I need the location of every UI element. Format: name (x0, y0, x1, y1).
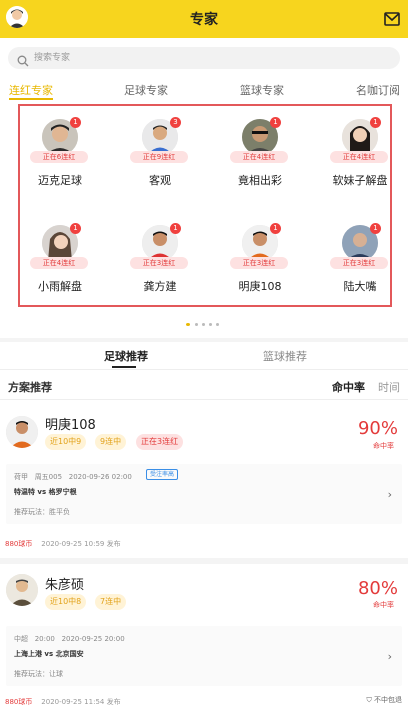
expert-badge: 1 (170, 223, 181, 234)
expert-name: 软妹子解盘 (332, 174, 388, 187)
expert-card[interactable]: 1 正在4连红 小雨解盘 (20, 212, 100, 302)
pager-dot[interactable] (216, 323, 219, 326)
expert-card[interactable]: 3 正在9连红 客观 (120, 106, 200, 196)
category-tabs: 连红专家 足球专家 篮球专家 名咖订阅 (0, 82, 408, 100)
search-icon (17, 52, 29, 67)
card-footer: 880球币 2020-09-25 11:54 发布 (5, 698, 121, 706)
streak-label: 正在3连红 (130, 257, 188, 269)
streak-label: 正在4连红 (330, 151, 388, 163)
search-bar[interactable] (8, 47, 400, 69)
card-footer: 880球币 2020-09-25 10:59 发布 (5, 540, 121, 548)
tab-famous-subscriptions[interactable]: 名咖订阅 (356, 82, 400, 98)
sort-by-time[interactable]: 时间 (378, 379, 400, 395)
pager-dot-active[interactable] (186, 323, 190, 326)
hit-record-pill: 近10中9 (45, 434, 87, 450)
streak-label: 正在4连红 (230, 151, 288, 163)
sub-tab-underline (112, 366, 136, 368)
hot-tag: 受注率高 (146, 469, 179, 480)
tab-football-experts[interactable]: 足球专家 (124, 82, 168, 98)
expert-name: 明庚108 (238, 280, 282, 293)
sort-by-hit-rate[interactable]: 命中率 (332, 379, 365, 395)
win-streak-pill: 7连中 (95, 594, 127, 610)
expert-name: 明庚108 (45, 418, 96, 433)
hit-rate-label: 命中率 (373, 601, 394, 609)
expert-badge: 1 (370, 223, 381, 234)
active-tab-underline (9, 98, 53, 100)
streak-label: 正在3连红 (230, 257, 288, 269)
expert-name: 朱彦硕 (45, 578, 85, 593)
chevron-right-icon: › (387, 488, 392, 501)
expert-badge: 3 (170, 117, 181, 128)
expert-name: 迈克足球 (38, 174, 82, 187)
expert-card[interactable]: 1 正在3连红 陆大嘴 (320, 212, 400, 302)
match-meta: 荷甲 周五005 2020-09-26 02:00 (14, 473, 132, 481)
expert-badge: 1 (70, 117, 81, 128)
red-streak-pill: 正在3连红 (136, 434, 184, 450)
streak-label: 正在6连红 (30, 151, 88, 163)
match-teams: 特温特 vs 格罗宁根 (14, 488, 77, 496)
chevron-right-icon: › (387, 650, 392, 663)
expert-name: 陆大嘴 (343, 280, 377, 293)
section-divider (0, 338, 408, 342)
tab-basketball-experts[interactable]: 篮球专家 (240, 82, 284, 98)
tab-streak-experts[interactable]: 连红专家 (9, 82, 53, 98)
tab-football-recommend[interactable]: 足球推荐 (104, 348, 148, 364)
streak-label: 正在9连红 (130, 151, 188, 163)
guarantee-label: ⛉ 不中包退 (366, 696, 402, 704)
pager-dot[interactable] (195, 323, 198, 326)
expert-card[interactable]: 1 正在3连红 龚方建 (120, 212, 200, 302)
expert-name: 小雨解盘 (38, 280, 82, 293)
win-streak-pill: 9连中 (95, 434, 127, 450)
match-meta: 中超 20:00 2020-09-25 20:00 (14, 635, 125, 643)
expert-card[interactable]: 1 正在6连红 迈克足球 (20, 106, 100, 196)
search-input[interactable] (34, 47, 374, 69)
recommend-card[interactable]: 明庚108 近10中9 9连中 正在3连红 90% 命中率 荷甲 周五005 2… (0, 400, 408, 558)
expert-card[interactable]: 1 正在4连红 竟相出彩 (220, 106, 300, 196)
match-box[interactable]: 中超 20:00 2020-09-25 20:00 上海上港 vs 北京国安 推… (6, 626, 402, 686)
expert-card[interactable]: 1 正在4连红 软妹子解盘 (320, 106, 400, 196)
mail-icon[interactable] (384, 11, 400, 26)
tab-basketball-recommend[interactable]: 篮球推荐 (263, 348, 307, 364)
expert-name: 竟相出彩 (238, 174, 282, 187)
hit-record-pill: 近10中8 (45, 594, 87, 610)
expert-grid: 1 正在6连红 迈克足球 3 正在9连红 客观 1 正在4连红 竟相出彩 1 正… (18, 104, 392, 307)
match-teams: 上海上港 vs 北京国安 (14, 650, 84, 658)
divider (0, 369, 408, 370)
expert-badge: 1 (370, 117, 381, 128)
pager-dot[interactable] (202, 323, 205, 326)
plan-section-title: 方案推荐 (8, 381, 52, 394)
expert-name: 龚方建 (143, 280, 177, 293)
hit-rate-value: 90% (357, 418, 398, 439)
page-title: 专家 (190, 12, 218, 28)
expert-avatar (6, 416, 38, 448)
expert-avatar (6, 574, 38, 606)
hit-rate-label: 命中率 (373, 442, 394, 450)
hit-rate-value: 80% (357, 578, 398, 599)
recommend-method: 推荐玩法：胜平负 (14, 508, 70, 516)
streak-label: 正在3连红 (330, 257, 388, 269)
expert-name: 客观 (149, 174, 171, 187)
expert-badge: 1 (270, 117, 281, 128)
recommend-card[interactable]: 朱彦硕 近10中8 7连中 80% 命中率 中超 20:00 2020-09-2… (0, 564, 408, 720)
pager-dot[interactable] (209, 323, 212, 326)
expert-card[interactable]: 1 正在3连红 明庚108 (220, 212, 300, 302)
expert-badge: 1 (70, 223, 81, 234)
top-bar: 专家 (0, 0, 408, 38)
streak-label: 正在4连红 (30, 257, 88, 269)
expert-badge: 1 (270, 223, 281, 234)
match-box[interactable]: 荷甲 周五005 2020-09-26 02:00 受注率高 特温特 vs 格罗… (6, 464, 402, 524)
shield-icon: ⛉ (366, 696, 372, 704)
recommend-method: 推荐玩法：让球 (14, 670, 63, 678)
